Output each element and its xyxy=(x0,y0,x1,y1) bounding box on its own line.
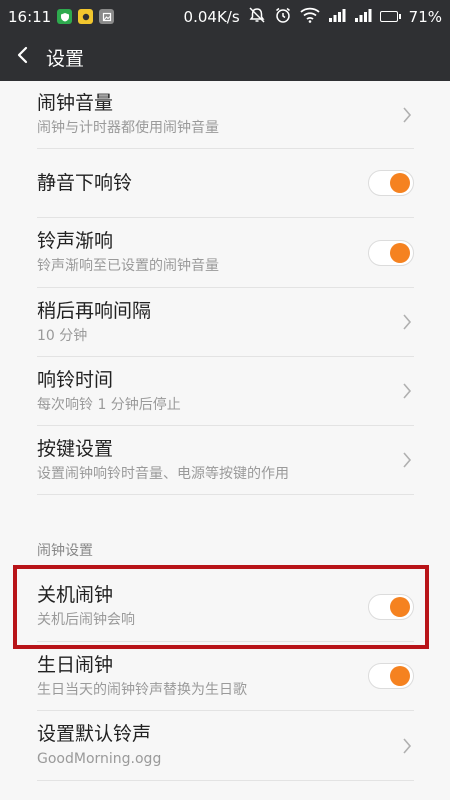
row-text: 稍后再响间隔 10 分钟 xyxy=(37,299,400,346)
network-speed: 0.04K/s xyxy=(183,7,240,26)
chevron-right-icon xyxy=(400,106,414,124)
row-subtitle: GoodMorning.ogg xyxy=(37,751,162,767)
back-button[interactable] xyxy=(0,33,44,81)
row-subtitle: 每次响铃 1 分钟后停止 xyxy=(37,396,181,413)
toggle-knob xyxy=(390,242,410,263)
chevron-right-icon xyxy=(400,451,414,469)
status-left: 16:11 xyxy=(8,7,115,26)
setting-birthday-alarm[interactable]: 生日闹钟 生日当天的闹钟铃声替换为生日歌 xyxy=(37,642,414,711)
row-title: 静音下响铃 xyxy=(37,172,133,194)
row-subtitle: 关机后闹钟会响 xyxy=(37,612,135,628)
back-arrow-icon xyxy=(16,46,28,68)
chevron-right-icon xyxy=(400,737,414,755)
battery-icon xyxy=(379,11,401,22)
signal-icon xyxy=(328,8,346,26)
row-title: 按键设置 xyxy=(37,437,114,460)
settings-list[interactable]: 闹钟音量 闹钟与计时器都使用闹钟音量 静音下响铃 铃声渐响 铃声渐响至已设置的闹… xyxy=(0,81,450,800)
setting-ring-in-silent[interactable]: 静音下响铃 xyxy=(37,149,414,218)
row-subtitle: 10 分钟 xyxy=(37,327,88,344)
battery-percent: 71% xyxy=(408,7,442,26)
setting-alarm-volume[interactable]: 闹钟音量 闹钟与计时器都使用闹钟音量 xyxy=(37,81,414,149)
setting-fade-in-ringtone[interactable]: 铃声渐响 铃声渐响至已设置的闹钟音量 xyxy=(37,218,414,288)
alarm-clock-icon xyxy=(274,6,292,28)
section-header-alarm-settings: 闹钟设置 xyxy=(37,543,93,559)
setting-ring-duration[interactable]: 响铃时间 每次响铃 1 分钟后停止 xyxy=(37,357,414,426)
row-subtitle: 闹钟与计时器都使用闹钟音量 xyxy=(37,120,219,136)
row-title: 铃声渐响 xyxy=(37,230,114,252)
row-title: 稍后再响间隔 xyxy=(37,299,152,322)
setting-power-off-alarm[interactable]: 关机闹钟 关机后闹钟会响 xyxy=(37,572,414,642)
status-right: 0.04K/s 71% xyxy=(184,6,442,28)
ring-in-silent-toggle[interactable] xyxy=(368,170,414,196)
title-bar: 设置 xyxy=(0,33,450,81)
chevron-right-icon xyxy=(400,382,414,400)
toggle-knob xyxy=(390,666,410,686)
app-yellow-icon xyxy=(78,9,94,24)
row-text: 按键设置 设置闹钟响铃时音量、电源等按键的作用 xyxy=(37,437,400,484)
app-shield-icon xyxy=(57,9,73,24)
status-bar: 16:11 0.04K/s 71% xyxy=(0,0,450,33)
row-title: 生日闹钟 xyxy=(37,653,114,676)
row-text: 闹钟音量 闹钟与计时器都使用闹钟音量 xyxy=(37,91,400,138)
fade-in-toggle[interactable] xyxy=(368,239,414,266)
setting-snooze-interval[interactable]: 稍后再响间隔 10 分钟 xyxy=(37,288,414,357)
row-subtitle: 生日当天的闹钟铃声替换为生日歌 xyxy=(37,681,247,698)
row-text: 铃声渐响 铃声渐响至已设置的闹钟音量 xyxy=(37,229,368,276)
status-time: 16:11 xyxy=(8,7,52,26)
wifi-icon xyxy=(300,7,320,27)
row-title: 关机闹钟 xyxy=(37,584,114,606)
setting-button-behavior[interactable]: 按键设置 设置闹钟响铃时音量、电源等按键的作用 xyxy=(37,426,414,495)
row-text: 关机闹钟 关机后闹钟会响 xyxy=(37,583,368,630)
row-text: 静音下响铃 xyxy=(37,171,368,195)
row-title: 响铃时间 xyxy=(37,368,114,391)
chevron-right-icon xyxy=(400,313,414,331)
row-text: 响铃时间 每次响铃 1 分钟后停止 xyxy=(37,368,400,415)
row-subtitle: 铃声渐响至已设置的闹钟音量 xyxy=(37,258,219,274)
row-title: 设置默认铃声 xyxy=(37,723,152,745)
mute-icon xyxy=(248,6,266,28)
power-off-alarm-toggle[interactable] xyxy=(368,593,414,620)
row-subtitle: 设置闹钟响铃时音量、电源等按键的作用 xyxy=(37,465,289,482)
toggle-knob xyxy=(390,173,410,193)
birthday-alarm-toggle[interactable] xyxy=(368,663,414,689)
page-title: 设置 xyxy=(46,47,85,70)
row-title: 闹钟音量 xyxy=(37,92,114,114)
row-text: 生日闹钟 生日当天的闹钟铃声替换为生日歌 xyxy=(37,653,368,700)
app-gallery-icon xyxy=(99,9,115,24)
signal-icon xyxy=(354,8,372,26)
setting-default-ringtone[interactable]: 设置默认铃声 GoodMorning.ogg xyxy=(37,711,414,781)
row-text: 设置默认铃声 GoodMorning.ogg xyxy=(37,722,400,769)
toggle-knob xyxy=(390,596,410,617)
